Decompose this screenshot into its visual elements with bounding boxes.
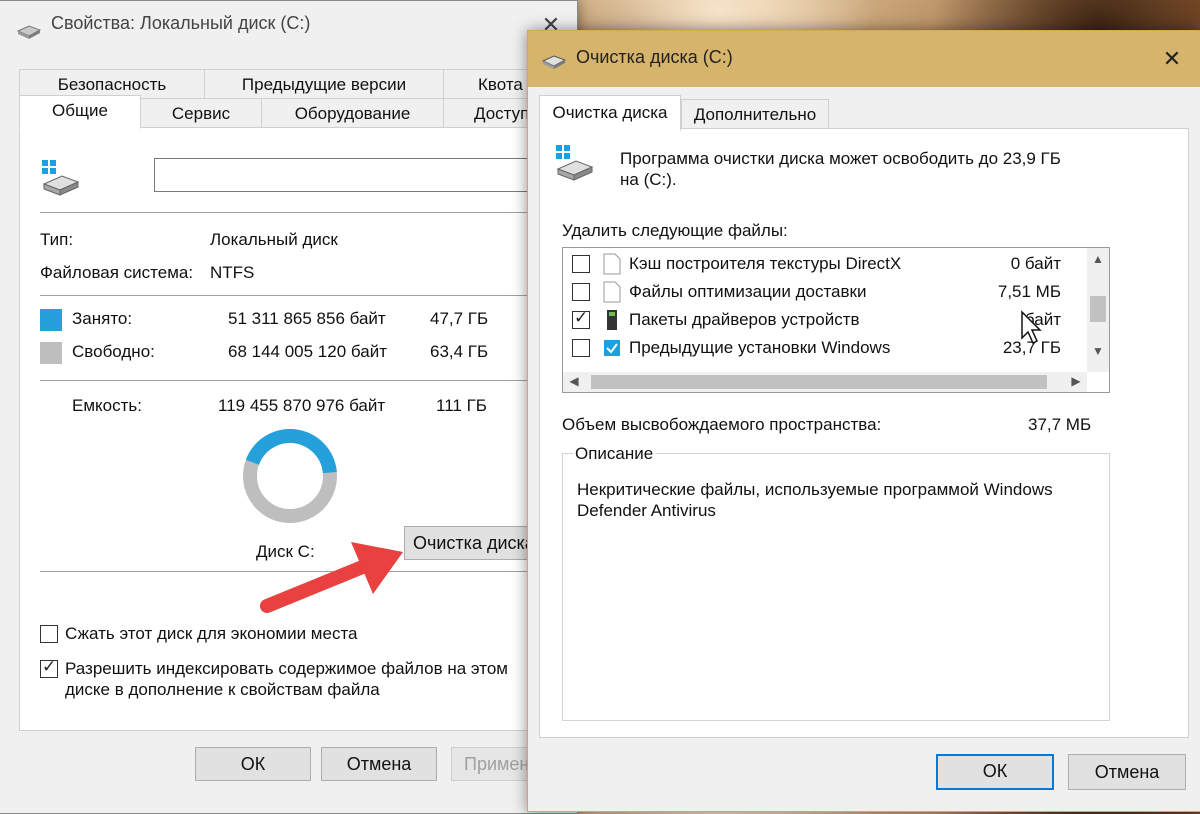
driver-package-icon (603, 309, 621, 331)
description-group: Описание Некритические файлы, используем… (562, 444, 1110, 721)
file-size: 23,7 ГБ (1002, 338, 1061, 357)
capacity-gb: 111 ГБ (436, 396, 487, 415)
free-label: Свободно: (72, 342, 155, 361)
close-icon[interactable]: ✕ (1160, 47, 1184, 71)
file-checkbox[interactable] (572, 339, 590, 357)
description-line1: Некритические файлы, используемые програ… (577, 480, 1053, 499)
index-label-line1: Разрешить индексировать содержимое файло… (65, 659, 508, 678)
cleanup-ok-button[interactable]: ОК (936, 754, 1054, 790)
intro-line1: Программа очистки диска может освободить… (620, 149, 1061, 168)
compress-label: Сжать этот диск для экономии места (65, 624, 358, 643)
delete-files-label: Удалить следующие файлы: (562, 221, 788, 240)
file-checkbox[interactable] (572, 255, 590, 273)
file-rows: Кэш построителя текстуры DirectX 0 байт Фа… (563, 248, 1061, 372)
free-color-swatch (40, 342, 62, 364)
used-bytes: 51 311 865 856 байт (228, 309, 386, 328)
drive-icon (17, 25, 41, 39)
scroll-up-icon[interactable]: ▲ (1087, 252, 1109, 266)
file-name: Пакеты драйверов устройств (629, 310, 860, 329)
properties-titlebar[interactable]: Свойства: Локальный диск (C:) ✕ (0, 1, 577, 45)
type-value: Локальный диск (210, 230, 338, 249)
file-icon (603, 253, 621, 275)
tab-hardware[interactable]: Оборудование (261, 98, 444, 128)
annotation-arrow-icon (260, 542, 403, 613)
tab-disk-cleanup[interactable]: Очистка диска (539, 95, 681, 131)
description-title: Описание (573, 444, 656, 464)
file-row[interactable]: Кэш построителя текстуры DirectX 0 байт (563, 250, 1061, 278)
compress-checkbox[interactable] (40, 625, 58, 643)
drive-name-input[interactable] (154, 158, 544, 192)
cleanup-window-title: Очистка диска (C:) (576, 47, 733, 67)
used-gb: 47,7 ГБ (430, 309, 489, 328)
general-panel: Тип: Локальный диск Файловая система: NT… (19, 127, 564, 731)
file-row[interactable]: Предыдущие установки Windows 23,7 ГБ (563, 334, 1061, 362)
file-size: 0 байт (1010, 254, 1061, 273)
space-value: 37,7 МБ (1028, 415, 1092, 434)
cleanup-cancel-button[interactable]: Отмена (1068, 754, 1186, 790)
divider (40, 380, 540, 381)
used-color-swatch (40, 309, 62, 331)
drive-icon-large (42, 160, 80, 196)
tab-general[interactable]: Общие (19, 95, 141, 129)
scroll-down-icon[interactable]: ▼ (1087, 344, 1109, 358)
scroll-right-icon[interactable]: ▶ (1065, 374, 1087, 388)
cleanup-titlebar[interactable]: Очистка диска (C:) ✕ (528, 31, 1200, 87)
scroll-thumb[interactable] (1090, 296, 1106, 322)
cancel-button[interactable]: Отмена (321, 747, 437, 781)
ok-button[interactable]: ОК (195, 747, 311, 781)
divider (40, 295, 540, 296)
file-icon (603, 281, 621, 303)
type-label: Тип: (40, 230, 74, 249)
horizontal-scrollbar[interactable]: ◀ ▶ (563, 372, 1087, 392)
vertical-scrollbar[interactable]: ▲ ▼ (1087, 248, 1109, 372)
checkmark-icon: ✓ (574, 308, 589, 327)
cleanup-panel: Программа очистки диска может освободить… (539, 128, 1189, 738)
index-checkbox[interactable]: ✓ (40, 657, 58, 678)
scroll-left-icon[interactable]: ◀ (563, 374, 585, 388)
file-checkbox[interactable]: ✓ (572, 308, 590, 329)
windows-setup-icon (603, 337, 621, 359)
scroll-thumb-horizontal[interactable] (591, 375, 1047, 389)
window-title: Свойства: Локальный диск (C:) (51, 13, 311, 33)
mouse-cursor-icon (1021, 310, 1042, 345)
tab-tools[interactable]: Сервис (140, 98, 262, 128)
file-row[interactable]: Файлы оптимизации доставки 7,51 МБ (563, 278, 1061, 306)
description-line2: Defender Antivirus (577, 501, 716, 520)
file-size: 7,51 МБ (997, 282, 1061, 301)
intro-line2: на (C:). (620, 170, 677, 189)
free-gb: 63,4 ГБ (430, 342, 489, 361)
free-bytes: 68 144 005 120 байт (228, 342, 387, 361)
capacity-label: Емкость: (72, 396, 142, 415)
used-label: Занято: (72, 309, 133, 328)
capacity-bytes: 119 455 870 976 байт (218, 396, 386, 415)
file-name: Кэш построителя текстуры DirectX (629, 254, 902, 273)
filesystem-value: NTFS (210, 263, 255, 282)
file-name: Файлы оптимизации доставки (629, 282, 867, 301)
file-name: Предыдущие установки Windows (629, 338, 891, 357)
disk-cleanup-window: Очистка диска (C:) ✕ Очистка диска Допол… (527, 30, 1200, 812)
index-label-line2: диске в дополнение к свойствам файла (65, 680, 380, 699)
divider (40, 212, 540, 213)
file-size: байт (1024, 310, 1061, 329)
file-checkbox[interactable] (572, 283, 590, 301)
properties-window: Свойства: Локальный диск (C:) ✕ Безопасн… (0, 0, 578, 814)
tab-previous-versions[interactable]: Предыдущие версии (204, 69, 444, 99)
filesystem-label: Файловая система: (40, 263, 194, 282)
checkmark-icon: ✓ (42, 657, 57, 676)
tab-more-options[interactable]: Дополнительно (681, 99, 829, 129)
cleanup-drive-icon-large (556, 145, 594, 181)
cleanup-drive-icon (542, 55, 566, 69)
disk-usage-donut (243, 429, 337, 523)
space-label: Объем высвобождаемого пространства: (562, 415, 882, 434)
file-row[interactable]: ✓ Пакеты драйверов устройств байт (563, 306, 1061, 334)
